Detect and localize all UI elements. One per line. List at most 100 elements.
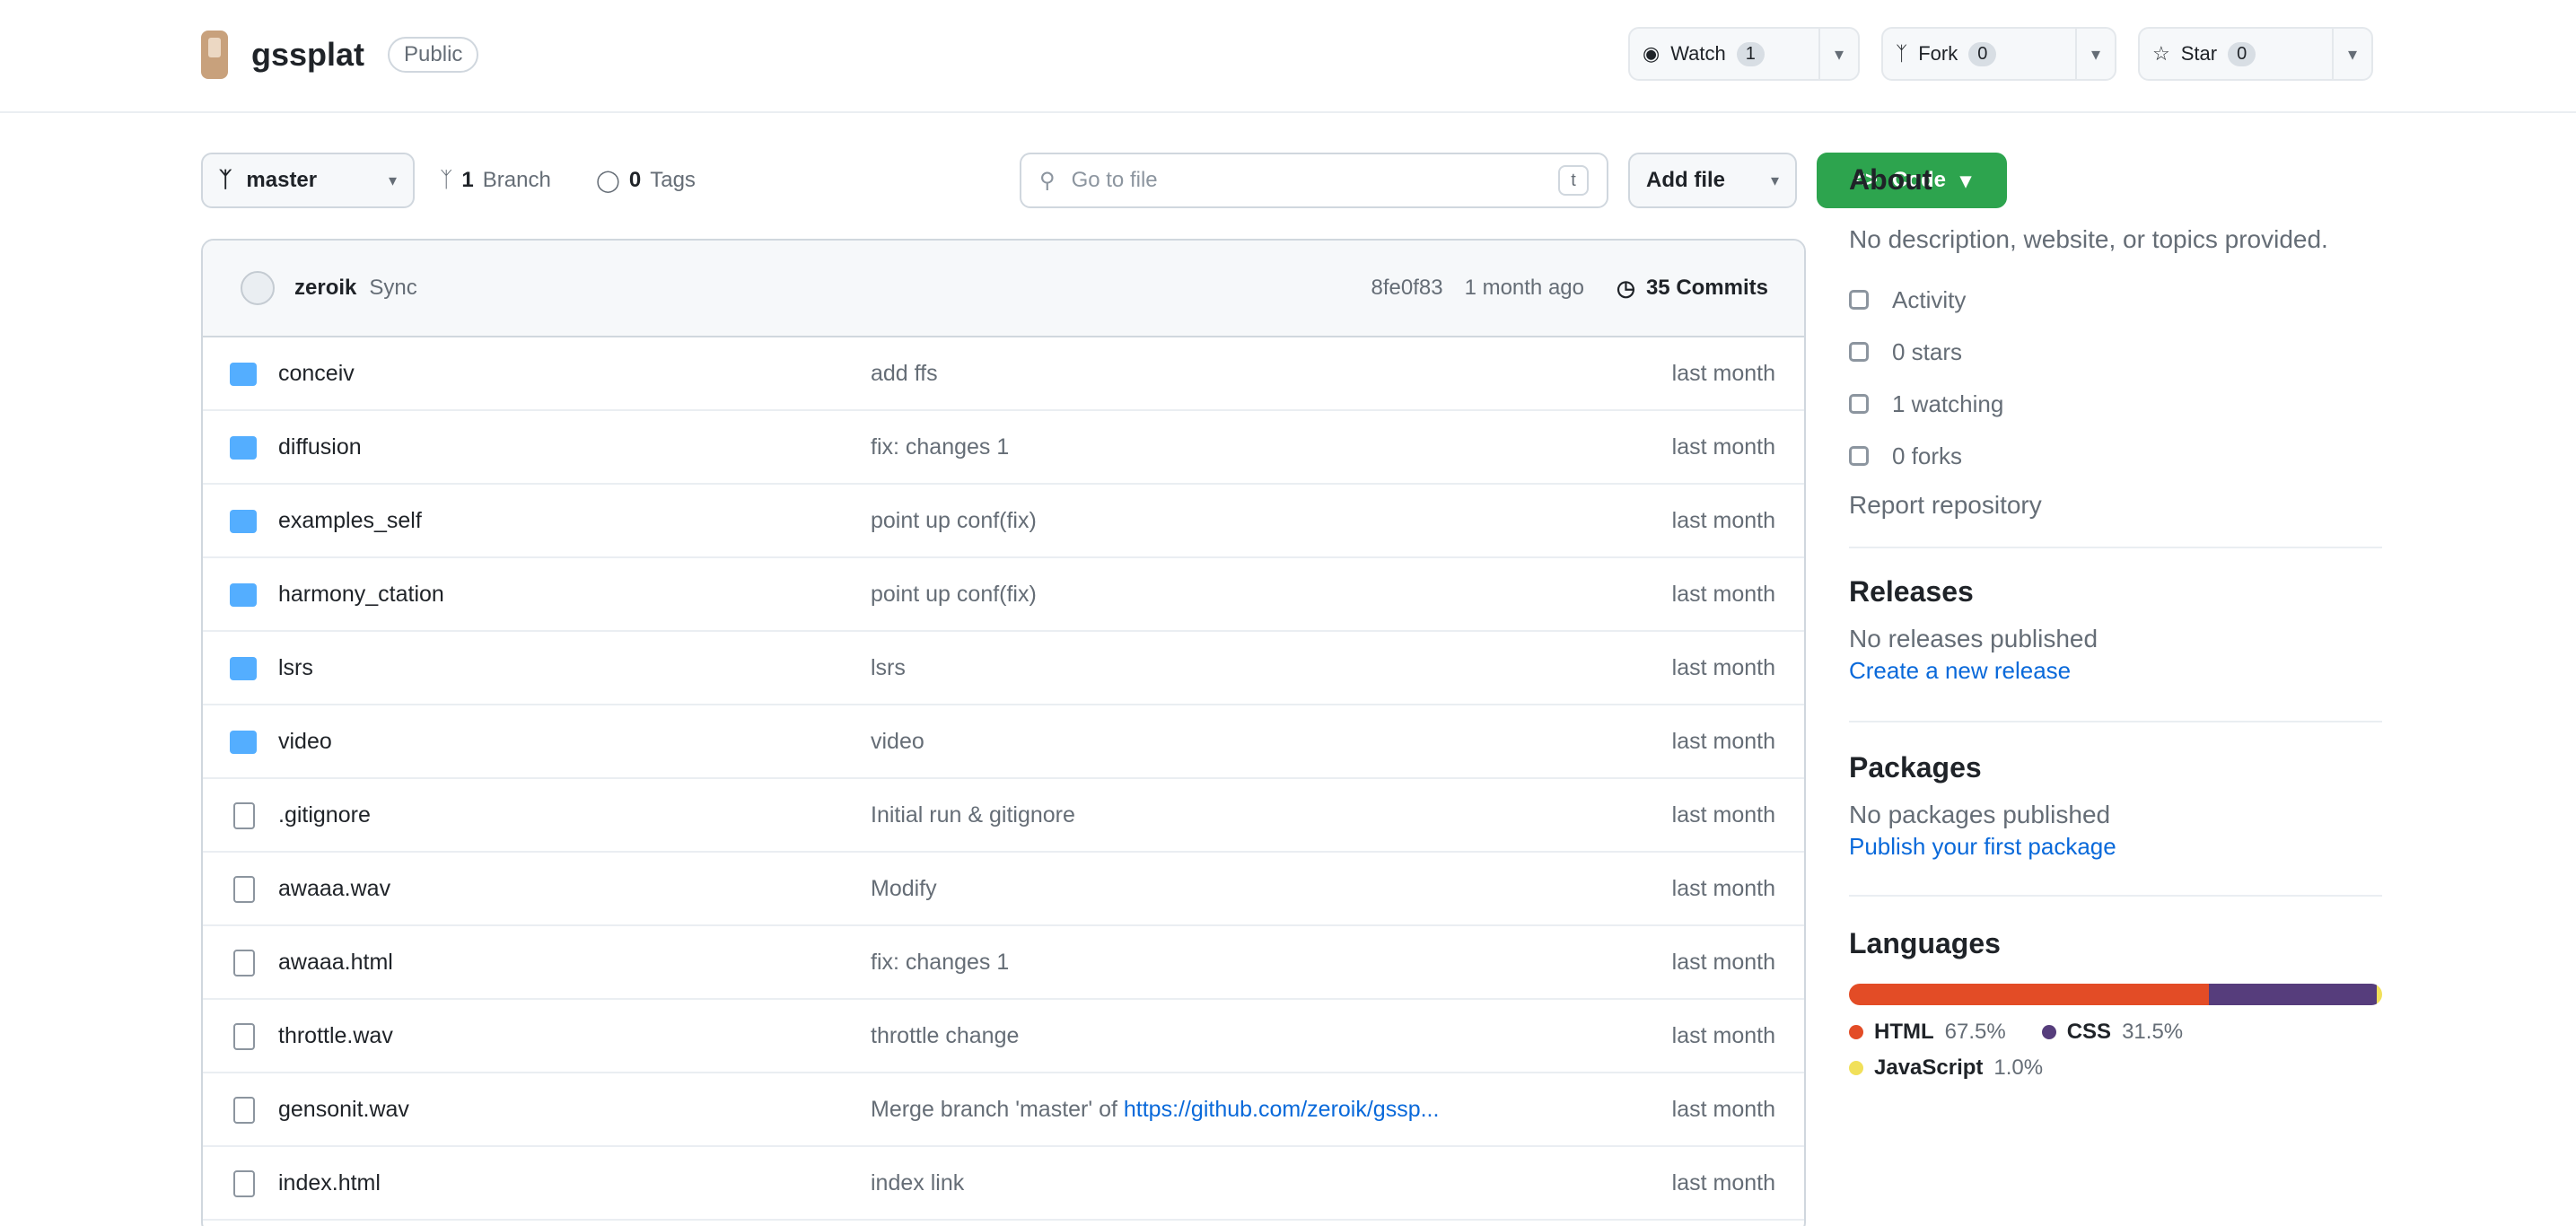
table-row[interactable]: .gitignore Initial run & gitignore last mo…	[203, 779, 1804, 853]
file-commit-message[interactable]: Modify	[871, 876, 937, 902]
file-name-link[interactable]: conceiv	[278, 361, 355, 387]
languages-title: Languages	[1849, 927, 2001, 959]
file-commit-message[interactable]: Initial run & gitignore	[871, 802, 1075, 828]
repo-sidebar: About No description, website, or topics…	[1849, 153, 2382, 1081]
file-commit-message[interactable]: Merge branch 'master' of https://github.…	[871, 1097, 1439, 1123]
language-item[interactable]: CSS 31.5%	[2041, 1020, 2183, 1045]
releases-title[interactable]: Releases	[1849, 575, 2382, 609]
forks-label: 0 forks	[1892, 442, 1963, 469]
go-to-file-placeholder: Go to file	[1071, 168, 1158, 192]
file-commit-message[interactable]: fix: changes 1	[871, 950, 1009, 976]
commit-message-text: fix: changes 1	[871, 433, 1010, 460]
file-name-link[interactable]: examples_self	[278, 508, 422, 534]
file-commit-message[interactable]: lsrs	[871, 655, 906, 681]
visibility-badge: Public	[388, 37, 479, 73]
packages-title[interactable]: Packages	[1849, 751, 2382, 784]
file-icon	[233, 950, 255, 976]
file-name-link[interactable]: .gitignore	[278, 802, 371, 828]
language-percent: 67.5%	[1944, 1020, 2006, 1044]
file-name-link[interactable]: awaaa.wav	[278, 876, 390, 902]
file-commit-time: last month	[1671, 581, 1775, 607]
file-name-link[interactable]: harmony_ctation	[278, 582, 444, 608]
file-commit-time: last month	[1671, 1169, 1775, 1195]
watch-count: 1	[1736, 41, 1765, 66]
commits-count: 35 Commits	[1645, 276, 1768, 300]
watchers-link[interactable]: 1 watching	[1849, 378, 2382, 430]
branches-count: 1	[461, 168, 474, 192]
file-name-link[interactable]: awaaa.html	[278, 950, 393, 976]
branch-icon: ᛉ	[219, 168, 232, 192]
table-row[interactable]: diffusion fix: changes 1 last month	[203, 411, 1804, 485]
publish-package-link[interactable]: Publish your first package	[1849, 833, 2382, 861]
commit-message-text: throttle change	[871, 1022, 1020, 1048]
stars-label: 0 stars	[1892, 337, 1963, 365]
commit-hash[interactable]: 8fe0f83	[1371, 276, 1442, 301]
file-name-link[interactable]: diffusion	[278, 434, 362, 460]
forks-link[interactable]: 0 forks	[1849, 430, 2382, 482]
fork-button[interactable]: ᛉ Fork 0 ▾	[1881, 27, 2116, 81]
commit-message[interactable]: Sync	[369, 276, 416, 301]
commit-message-text: video	[871, 728, 924, 754]
file-commit-time: last month	[1671, 433, 1775, 460]
star-button[interactable]: ☆ Star 0 ▾	[2138, 27, 2373, 81]
file-commit-time: last month	[1671, 801, 1775, 828]
language-item[interactable]: HTML 67.5%	[1849, 1020, 2006, 1045]
file-name-link[interactable]: video	[278, 729, 332, 755]
file-commit-message[interactable]: fix: changes 1	[871, 434, 1009, 460]
go-to-file-input[interactable]: ⚲ Go to file t	[1020, 153, 1608, 208]
repo-owner-avatar[interactable]	[201, 31, 228, 79]
table-row[interactable]: index.html index link last month	[203, 1147, 1804, 1221]
chevron-down-icon[interactable]: ▾	[1818, 29, 1858, 79]
add-file-button[interactable]: Add file ▾	[1628, 153, 1797, 208]
watch-button[interactable]: ◉ Watch 1 ▾	[1628, 27, 1860, 81]
file-commit-time: last month	[1671, 360, 1775, 386]
table-row[interactable]: harmony_ctation point up conf(fix) last mo…	[203, 558, 1804, 632]
branches-link[interactable]: ᛉ 1 Branch	[440, 153, 551, 208]
commit-message-text: Modify	[871, 875, 937, 901]
repo-name-link[interactable]: gssplat	[251, 36, 364, 74]
table-row[interactable]: conceiv add ffs last month	[203, 337, 1804, 411]
file-commit-message[interactable]: index link	[871, 1170, 964, 1196]
file-name-link[interactable]: throttle.wav	[278, 1023, 393, 1049]
repo-title: gssplat Public	[201, 27, 479, 83]
activity-label: Activity	[1892, 285, 1967, 313]
activity-link[interactable]: Activity	[1849, 274, 2382, 326]
file-commit-message[interactable]: point up conf(fix)	[871, 508, 1037, 534]
file-commit-message[interactable]: add ffs	[871, 361, 938, 387]
folder-icon	[230, 510, 257, 533]
table-row[interactable]: examples_self point up conf(fix) last mont…	[203, 485, 1804, 558]
commits-history-link[interactable]: ◷ 35 Commits	[1617, 276, 1768, 302]
chevron-down-icon[interactable]: ▾	[2332, 29, 2371, 79]
commit-time: 1 month ago	[1464, 276, 1584, 300]
branch-selector[interactable]: ᛉ master ▾	[201, 153, 415, 208]
report-repository-link[interactable]: Report repository	[1849, 484, 2382, 527]
file-name-link[interactable]: lsrs	[278, 655, 313, 681]
table-row[interactable]: awaaa.html fix: changes 1 last month	[203, 926, 1804, 1000]
table-row[interactable]: awaaa.wav Modify last month	[203, 853, 1804, 926]
table-row[interactable]: video video last month	[203, 705, 1804, 779]
file-commit-message[interactable]: point up conf(fix)	[871, 582, 1037, 608]
table-row[interactable]: lsrs lsrs last month	[203, 632, 1804, 705]
fork-count: 0	[1968, 41, 1997, 66]
file-icon	[233, 1023, 255, 1050]
tags-link[interactable]: ◯ 0 Tags	[596, 153, 696, 208]
tag-icon: ◯	[596, 168, 620, 193]
divider	[1849, 721, 2382, 722]
language-item[interactable]: JavaScript 1.0%	[1849, 1055, 2043, 1081]
commit-message-link[interactable]: https://github.com/zeroik/gssp...	[1124, 1097, 1440, 1122]
file-name-link[interactable]: index.html	[278, 1170, 381, 1196]
table-row[interactable]: throttle.wav throttle change last month	[203, 1000, 1804, 1073]
chevron-down-icon[interactable]: ▾	[2075, 29, 2115, 79]
stars-link[interactable]: 0 stars	[1849, 326, 2382, 378]
avatar[interactable]	[241, 271, 275, 305]
language-bar-segment	[1849, 984, 2209, 1005]
watchers-label: 1 watching	[1892, 390, 2004, 417]
file-name-link[interactable]: gensonit.wav	[278, 1097, 409, 1123]
commit-message-text: Merge branch 'master' of	[871, 1096, 1124, 1122]
commit-message-text: point up conf(fix)	[871, 581, 1037, 607]
file-commit-message[interactable]: video	[871, 729, 924, 755]
file-commit-message[interactable]: throttle change	[871, 1023, 1019, 1049]
table-row[interactable]: gensonit.wav Merge branch 'master' of htt…	[203, 1073, 1804, 1147]
create-release-link[interactable]: Create a new release	[1849, 657, 2382, 685]
commit-author[interactable]: zeroik	[294, 276, 356, 301]
